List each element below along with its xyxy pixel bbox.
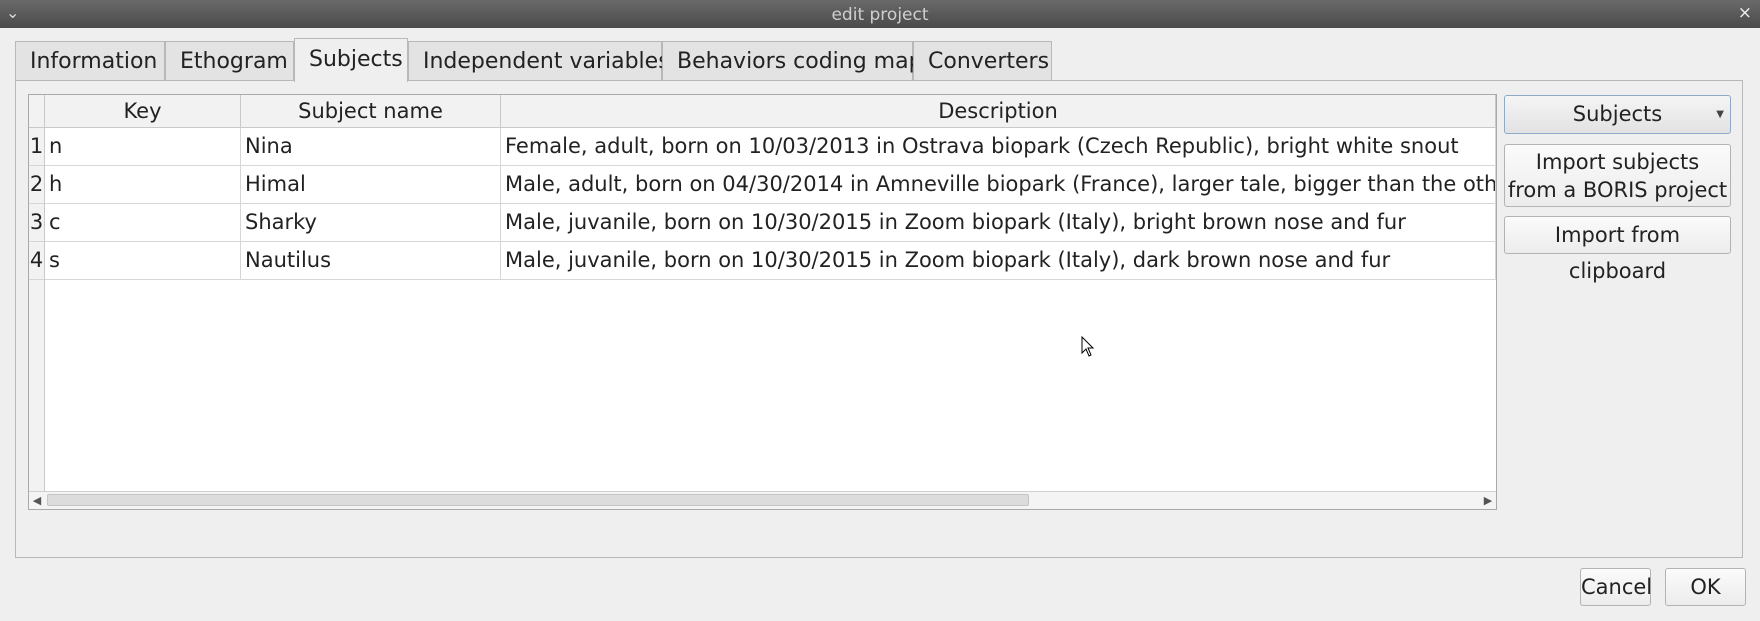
table-cell-key[interactable]: n	[45, 128, 241, 166]
import-from-clipboard-button[interactable]: Import from clipboard	[1504, 216, 1731, 283]
subjects-table[interactable]: Key Subject name Description 1 n Nina Fe…	[28, 94, 1497, 510]
ok-button[interactable]: OK	[1665, 568, 1746, 606]
close-icon[interactable]: ×	[1738, 3, 1752, 23]
title-bar: ⌄ edit project ×	[0, 0, 1760, 28]
row-header[interactable]: 2	[29, 166, 45, 204]
horizontal-scrollbar[interactable]: ◀ ▶	[29, 491, 1496, 509]
window-title: edit project	[831, 5, 929, 25]
column-header-key[interactable]: Key	[45, 95, 241, 128]
chevron-down-icon: ▼	[1716, 109, 1724, 120]
table-cell-key[interactable]: s	[45, 242, 241, 280]
tab-information[interactable]: Information	[15, 41, 165, 80]
subjects-button-label: Subjects	[1572, 102, 1663, 126]
import-boris-label-line1: Import subjects	[1535, 150, 1700, 174]
table-cell-name[interactable]: Nautilus	[241, 242, 501, 280]
table-cell-name[interactable]: Himal	[241, 166, 501, 204]
row-header[interactable]: 4	[29, 242, 45, 280]
table-cell-name[interactable]: Sharky	[241, 204, 501, 242]
row-header[interactable]: 1	[29, 128, 45, 166]
column-header-subject-name[interactable]: Subject name	[241, 95, 501, 128]
cancel-button[interactable]: Cancel	[1580, 568, 1652, 606]
tab-converters[interactable]: Converters	[913, 41, 1052, 80]
table-cell-description[interactable]: Male, juvanile, born on 10/30/2015 in Zo…	[501, 204, 1496, 242]
import-boris-label-line2: from a BORIS project	[1507, 178, 1728, 202]
scroll-left-icon[interactable]: ◀	[29, 493, 45, 509]
column-header-description[interactable]: Description	[501, 95, 1496, 128]
import-subjects-from-boris-button[interactable]: Import subjects from a BORIS project	[1504, 144, 1731, 207]
scrollbar-thumb[interactable]	[47, 494, 1029, 506]
corner-header	[29, 95, 45, 128]
table-cell-key[interactable]: c	[45, 204, 241, 242]
subjects-dropdown-button[interactable]: Subjects ▼	[1504, 95, 1731, 134]
scroll-right-icon[interactable]: ▶	[1480, 493, 1496, 509]
row-header[interactable]: 3	[29, 204, 45, 242]
tab-subjects[interactable]: Subjects	[294, 38, 408, 82]
row-header-empty	[29, 280, 45, 493]
tab-behaviors-coding-map[interactable]: Behaviors coding map	[662, 41, 923, 80]
table-cell-key[interactable]: h	[45, 166, 241, 204]
tab-ethogram[interactable]: Ethogram	[165, 41, 294, 80]
tab-independent-variables[interactable]: Independent variables	[408, 41, 670, 80]
table-cell-description[interactable]: Female, adult, born on 10/03/2013 in Ost…	[501, 128, 1496, 166]
table-cell-description[interactable]: Male, juvanile, born on 10/30/2015 in Zo…	[501, 242, 1496, 280]
mouse-pointer-icon	[1081, 336, 1095, 357]
table-cell-name[interactable]: Nina	[241, 128, 501, 166]
table-cell-description[interactable]: Male, adult, born on 04/30/2014 in Amnev…	[501, 166, 1496, 204]
